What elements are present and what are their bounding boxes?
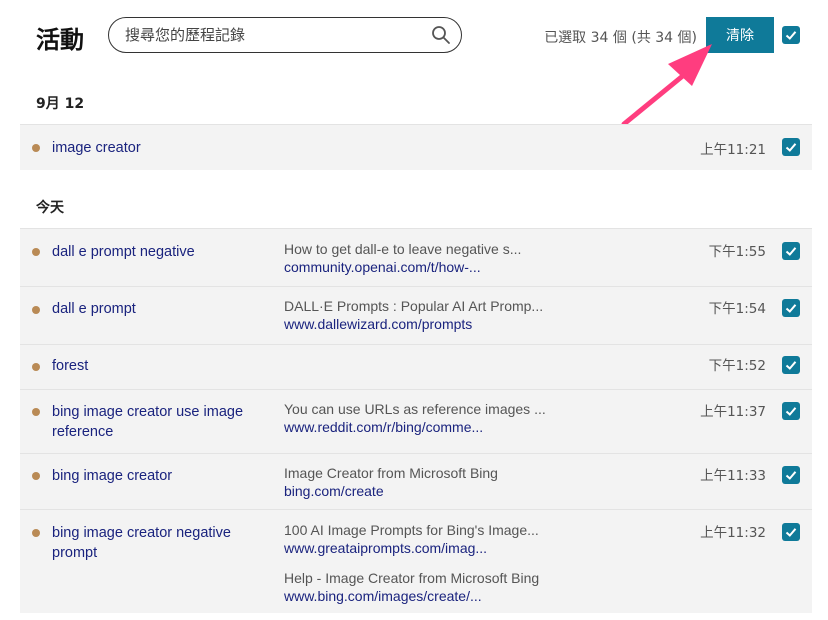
query-link[interactable]: image creator xyxy=(52,138,252,158)
checkmark-icon xyxy=(785,247,797,256)
result-url[interactable]: community.openai.com/t/how-... xyxy=(284,258,481,276)
timestamp: 下午1:54 xyxy=(708,301,766,317)
history-row[interactable]: bing image creator Image Creator from Mi… xyxy=(20,453,812,509)
history-row[interactable]: dall e prompt negative How to get dall-e… xyxy=(20,228,812,286)
history-row[interactable]: bing image creator negative prompt 100 A… xyxy=(20,509,812,613)
query-link[interactable]: bing image creator xyxy=(52,466,252,486)
checkmark-icon xyxy=(785,143,797,152)
timestamp: 下午1:52 xyxy=(708,358,766,374)
row-checkbox[interactable] xyxy=(782,523,800,541)
result-url[interactable]: www.reddit.com/r/bing/comme... xyxy=(284,418,483,436)
row-checkbox[interactable] xyxy=(782,356,800,374)
query-link-continued[interactable]: prompt xyxy=(52,543,252,563)
search-icon[interactable] xyxy=(431,25,451,45)
bullet-dot xyxy=(32,144,40,152)
select-all-checkbox[interactable] xyxy=(782,26,800,44)
timestamp: 上午11:33 xyxy=(700,468,766,484)
section-date-label: 今天 xyxy=(36,200,64,216)
query-link[interactable]: bing image creator use image xyxy=(52,402,252,422)
result-url[interactable]: bing.com/create xyxy=(284,482,384,500)
checkmark-icon xyxy=(785,31,797,40)
search-input[interactable] xyxy=(125,18,425,51)
checkmark-icon xyxy=(785,407,797,416)
search-box[interactable] xyxy=(108,17,462,53)
bullet-dot xyxy=(32,306,40,314)
bullet-dot xyxy=(32,363,40,371)
row-checkbox[interactable] xyxy=(782,466,800,484)
result-title-secondary: Help - Image Creator from Microsoft Bing xyxy=(284,570,540,586)
row-checkbox[interactable] xyxy=(782,138,800,156)
result-title: DALL·E Prompts : Popular AI Art Promp... xyxy=(284,298,544,314)
checkmark-icon xyxy=(785,304,797,313)
section-date-label: 9月 12 xyxy=(36,96,85,112)
checkmark-icon xyxy=(785,361,797,370)
result-title: How to get dall-e to leave negative s... xyxy=(284,241,522,257)
result-url-secondary[interactable]: www.bing.com/images/create/... xyxy=(284,587,482,605)
result-title: 100 AI Image Prompts for Bing's Image... xyxy=(284,522,539,538)
bullet-dot xyxy=(32,408,40,416)
row-checkbox[interactable] xyxy=(782,299,800,317)
query-link-continued[interactable]: reference xyxy=(52,422,252,442)
timestamp: 上午11:37 xyxy=(700,404,766,420)
history-row[interactable]: image creator 上午11:21 xyxy=(20,124,812,170)
timestamp: 上午11:21 xyxy=(700,142,766,158)
result-url[interactable]: www.greataiprompts.com/imag... xyxy=(284,539,487,557)
bullet-dot xyxy=(32,529,40,537)
history-row[interactable]: dall e prompt DALL·E Prompts : Popular A… xyxy=(20,286,812,344)
row-checkbox[interactable] xyxy=(782,402,800,420)
checkmark-icon xyxy=(785,471,797,480)
query-link[interactable]: dall e prompt negative xyxy=(52,242,252,262)
selected-count: 已選取 34 個 (共 34 個) xyxy=(544,30,697,46)
bullet-dot xyxy=(32,248,40,256)
checkmark-icon xyxy=(785,528,797,537)
page-title: 活動 xyxy=(36,26,84,54)
timestamp: 下午1:55 xyxy=(708,244,766,260)
row-checkbox[interactable] xyxy=(782,242,800,260)
result-title: Image Creator from Microsoft Bing xyxy=(284,465,498,481)
history-row[interactable]: bing image creator use image reference Y… xyxy=(20,389,812,453)
clear-button[interactable]: 清除 xyxy=(706,17,774,53)
result-title: You can use URLs as reference images ... xyxy=(284,401,546,417)
query-link[interactable]: dall e prompt xyxy=(52,299,252,319)
timestamp: 上午11:32 xyxy=(700,525,766,541)
query-link[interactable]: forest xyxy=(52,356,252,376)
activity-header: 活動 已選取 34 個 (共 34 個) 清除 xyxy=(0,0,828,72)
bullet-dot xyxy=(32,472,40,480)
history-row[interactable]: forest 下午1:52 xyxy=(20,344,812,389)
query-link[interactable]: bing image creator negative xyxy=(52,523,252,543)
result-url[interactable]: www.dallewizard.com/prompts xyxy=(284,315,472,333)
